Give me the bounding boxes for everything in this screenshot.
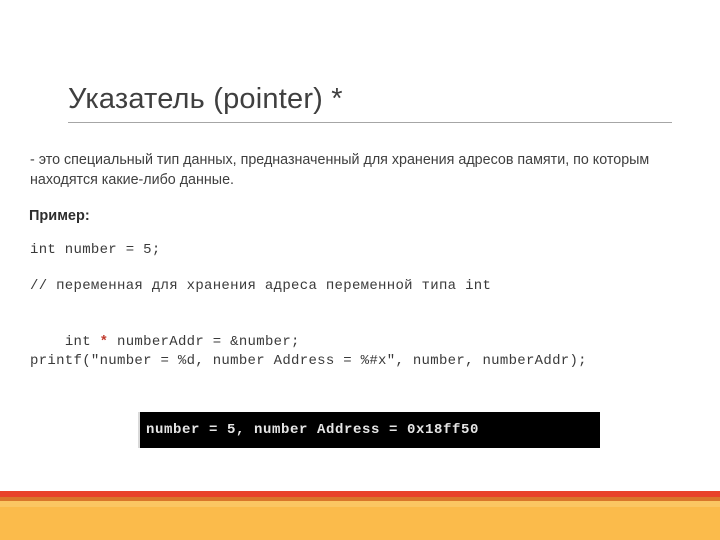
code-pointer-suffix: numberAddr = &number; [108,334,300,350]
definition-paragraph: - это специальный тип данных, предназнач… [30,152,650,189]
code-line-printf: printf("number = %d, number Address = %#… [30,353,587,369]
title-block: Указатель (pointer) * [68,83,672,123]
code-pointer-prefix: int [64,334,100,350]
example-heading: Пример: [29,208,90,224]
footer-band-main [0,507,720,540]
page-title: Указатель (pointer) * [68,83,343,115]
title-divider [68,121,672,123]
console-output-text: number = 5, number Address = 0x18ff50 [146,422,480,438]
presentation-slide: Указатель (pointer) * - это специальный … [0,0,720,540]
code-line-declaration: int number = 5; [30,242,161,258]
code-line-comment: // переменная для хранения адреса переме… [30,278,492,294]
console-output-box: number = 5, number Address = 0x18ff50 [138,412,600,448]
